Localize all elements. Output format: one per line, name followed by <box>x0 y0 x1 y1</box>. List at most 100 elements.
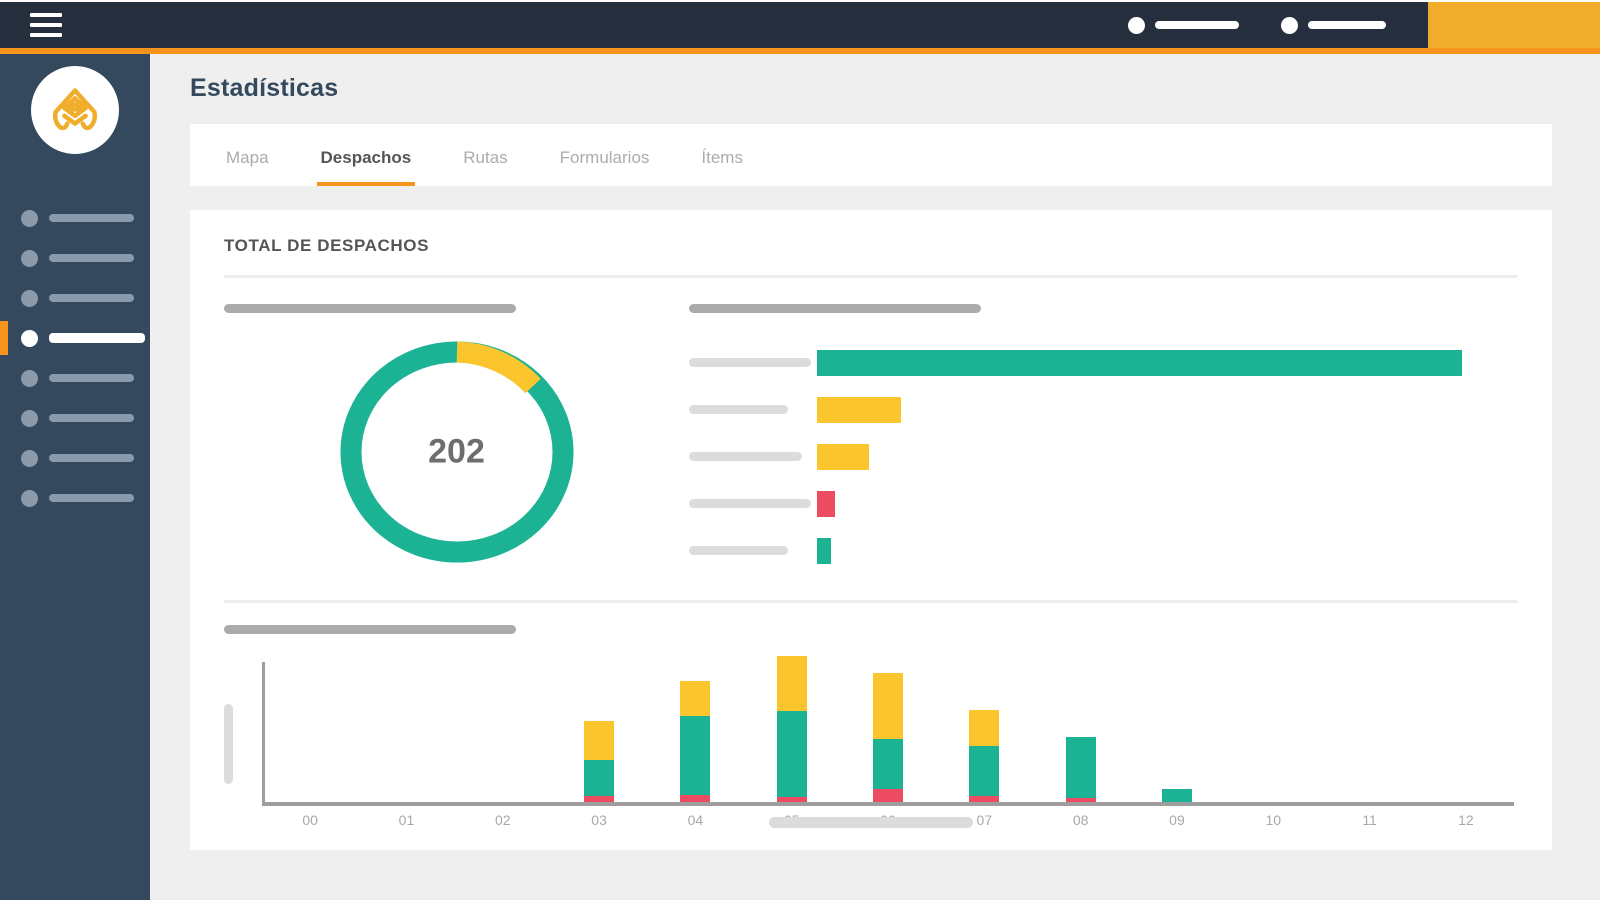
bar-stack[interactable] <box>584 721 615 802</box>
hbar-track <box>817 537 1518 565</box>
bar-segment-yellow <box>680 681 711 716</box>
bar-stack[interactable] <box>969 710 1000 802</box>
hbar-value-1 <box>817 349 1462 376</box>
charts-top-section: 202 <box>224 304 1518 574</box>
tab-formularios[interactable]: Formularios <box>534 130 676 186</box>
avatar-dot-icon <box>1281 16 1298 34</box>
sidebar-item-3[interactable] <box>0 278 150 318</box>
bar-stack[interactable] <box>873 673 904 802</box>
bar-slot-05 <box>744 656 840 802</box>
donut-chart-panel: 202 <box>224 304 689 574</box>
avatar-dot-icon <box>1128 16 1145 34</box>
y-axis-label-placeholder <box>224 704 233 784</box>
hamburger-line <box>30 33 62 37</box>
hbar-label-placeholder <box>689 452 817 461</box>
tab-despachos[interactable]: Despachos <box>295 130 438 186</box>
nav-dot-icon <box>21 209 38 227</box>
hamburger-line <box>30 23 62 27</box>
tab-rutas[interactable]: Rutas <box>437 130 533 186</box>
page-title: Estadísticas <box>190 74 339 102</box>
tab-mapa[interactable]: Mapa <box>200 130 295 186</box>
bar-segment-teal <box>1161 789 1192 802</box>
x-tick-08: 08 <box>1072 812 1089 828</box>
tab-bar: Mapa Despachos Rutas Formularios Ítems <box>190 124 1552 186</box>
sidebar-item-7[interactable] <box>0 438 150 478</box>
topbar-action-block[interactable] <box>1428 2 1600 48</box>
sidebar-item-8[interactable] <box>0 478 150 518</box>
hbar-label-placeholder <box>689 405 817 414</box>
sidebar-item-label-placeholder <box>49 294 134 302</box>
bar-slot-01 <box>358 656 454 802</box>
horizontal-bar-chart <box>689 339 1518 574</box>
hbar-label-placeholder <box>689 546 817 555</box>
hbar-track <box>817 349 1518 377</box>
bar-segment-red <box>584 796 615 802</box>
section-divider <box>224 600 1518 603</box>
hbar-value-5 <box>817 537 831 564</box>
x-tick-09: 09 <box>1169 812 1185 828</box>
hbar-value-2 <box>817 396 901 423</box>
donut-center-value: 202 <box>428 432 485 471</box>
sidebar-item-4-active[interactable] <box>0 318 150 358</box>
bar-segment-teal <box>969 746 1000 796</box>
card-title: TOTAL DE DESPACHOS <box>224 236 430 255</box>
topbar-item-label-placeholder <box>1308 21 1386 29</box>
hamburger-line <box>30 13 62 17</box>
hamburger-menu-icon[interactable] <box>30 13 62 37</box>
hbar-label-placeholder <box>689 499 817 508</box>
hbar-track <box>817 396 1518 424</box>
hbar-track <box>817 443 1518 471</box>
sidebar-item-6[interactable] <box>0 398 150 438</box>
sidebar-item-label-placeholder <box>49 414 134 422</box>
x-tick-01: 01 <box>398 812 415 828</box>
donut-graphic: 202 <box>340 341 574 563</box>
donut-chart: 202 <box>224 341 689 563</box>
statistics-card: TOTAL DE DESPACHOS 202 00 01 02 03 04 07… <box>190 210 1552 850</box>
topbar-item-2[interactable] <box>1281 16 1386 34</box>
bar-segment-yellow <box>969 710 1000 746</box>
bar-slot-02 <box>455 656 551 802</box>
bar-stack[interactable] <box>1065 737 1096 802</box>
sidebar-item-label-placeholder <box>49 333 145 343</box>
logo-mark-icon <box>52 88 98 131</box>
column-section-title-placeholder <box>224 625 516 634</box>
bar-segment-teal <box>873 739 904 789</box>
sidebar-item-2[interactable] <box>0 238 150 278</box>
x-tick-03: 03 <box>591 812 607 828</box>
main-content: Estadísticas Mapa Despachos Rutas Formul… <box>150 54 1600 900</box>
bar-segment-yellow <box>776 656 807 711</box>
nav-dot-icon <box>21 329 38 347</box>
app-logo-icon[interactable] <box>31 66 119 154</box>
bar-stack[interactable] <box>776 656 807 802</box>
tab-items[interactable]: Ítems <box>675 130 769 186</box>
bar-segment-red <box>1065 798 1096 802</box>
sidebar-item-label-placeholder <box>49 254 134 262</box>
bar-slot-07 <box>936 656 1032 802</box>
donut-slice-yellow <box>455 341 541 394</box>
hbar-value-4 <box>817 490 835 517</box>
card-divider <box>224 275 1518 278</box>
bar-stack[interactable] <box>1161 789 1192 802</box>
bar-segment-red <box>969 796 1000 802</box>
x-axis-line <box>262 802 1514 806</box>
topbar-actions <box>1128 2 1600 48</box>
nav-dot-icon <box>21 449 38 467</box>
sidebar-item-5[interactable] <box>0 358 150 398</box>
bar-segment-teal <box>584 760 615 796</box>
bar-series-group <box>262 656 1514 802</box>
bar-segment-yellow <box>873 673 904 739</box>
x-tick-11: 11 <box>1362 812 1377 828</box>
bar-segment-yellow <box>584 721 615 760</box>
bar-segment-teal <box>776 711 807 797</box>
hbar-row-1 <box>689 339 1518 386</box>
bar-segment-red <box>680 795 711 802</box>
bar-segment-red <box>776 797 807 802</box>
bar-stack[interactable] <box>680 681 711 802</box>
hbar-track <box>817 490 1518 518</box>
bar-slot-10 <box>1225 656 1321 802</box>
bar-slot-06 <box>840 656 936 802</box>
top-navigation-bar <box>0 2 1600 48</box>
bar-segment-red <box>873 789 904 802</box>
topbar-item-1[interactable] <box>1128 16 1239 34</box>
sidebar-item-1[interactable] <box>0 198 150 238</box>
